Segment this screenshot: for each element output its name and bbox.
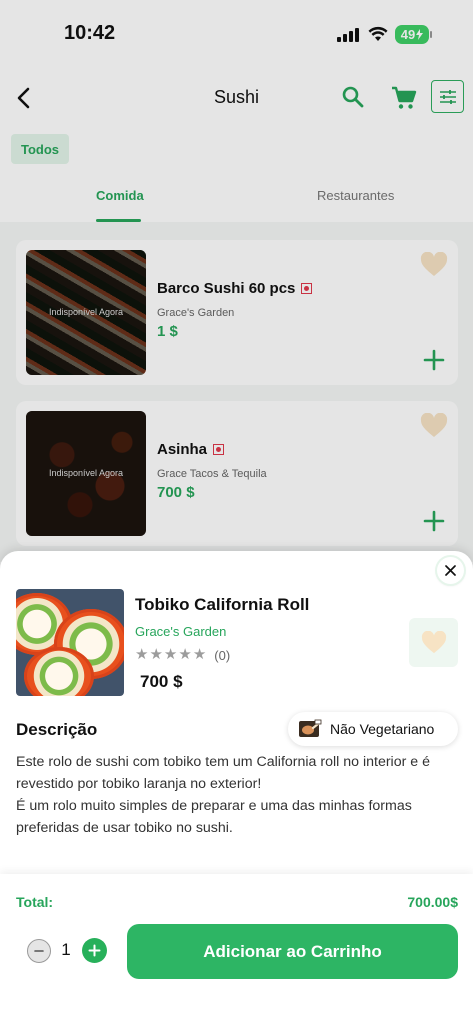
- rating-count: (0): [214, 647, 231, 663]
- quantity-value: 1: [61, 940, 71, 959]
- increase-quantity-button[interactable]: [82, 938, 107, 963]
- description-text: Este rolo de sushi com tobiko tem um Cal…: [16, 754, 430, 836]
- product-title: Tobiko California Roll: [135, 595, 310, 614]
- close-button[interactable]: [437, 557, 464, 584]
- decrease-quantity-button[interactable]: [27, 939, 51, 963]
- plus-icon: [88, 944, 101, 957]
- diet-badge: Não Vegetariano: [288, 712, 458, 746]
- favorite-button[interactable]: [409, 618, 458, 667]
- diet-badge-label: Não Vegetariano: [330, 721, 435, 737]
- star-icon: ★: [192, 646, 207, 663]
- product-price: 700 $: [140, 672, 183, 691]
- star-icon: ★: [135, 646, 149, 663]
- description-heading: Descrição: [16, 720, 98, 739]
- close-icon: [445, 565, 456, 576]
- sheet-footer: Total: 700.00$ 1 Adicionar ao Carrinho: [0, 874, 473, 1024]
- restaurant-link[interactable]: Grace's Garden: [135, 624, 226, 639]
- rating: ★ ★ ★ ★ ★ (0): [135, 647, 230, 663]
- chicken-leg-icon: [299, 719, 322, 737]
- total-value: 700.00$: [407, 894, 458, 910]
- star-icon: ★: [163, 646, 178, 663]
- minus-icon: [34, 950, 44, 952]
- total-label: Total:: [16, 894, 54, 910]
- heart-icon: [421, 630, 446, 653]
- star-icon: ★: [178, 646, 192, 663]
- product-image: [16, 589, 124, 696]
- star-icon: ★: [149, 646, 163, 663]
- product-detail-sheet: Tobiko California Roll Grace's Garden ★ …: [0, 551, 473, 1024]
- add-to-cart-button[interactable]: Adicionar ao Carrinho: [127, 924, 458, 979]
